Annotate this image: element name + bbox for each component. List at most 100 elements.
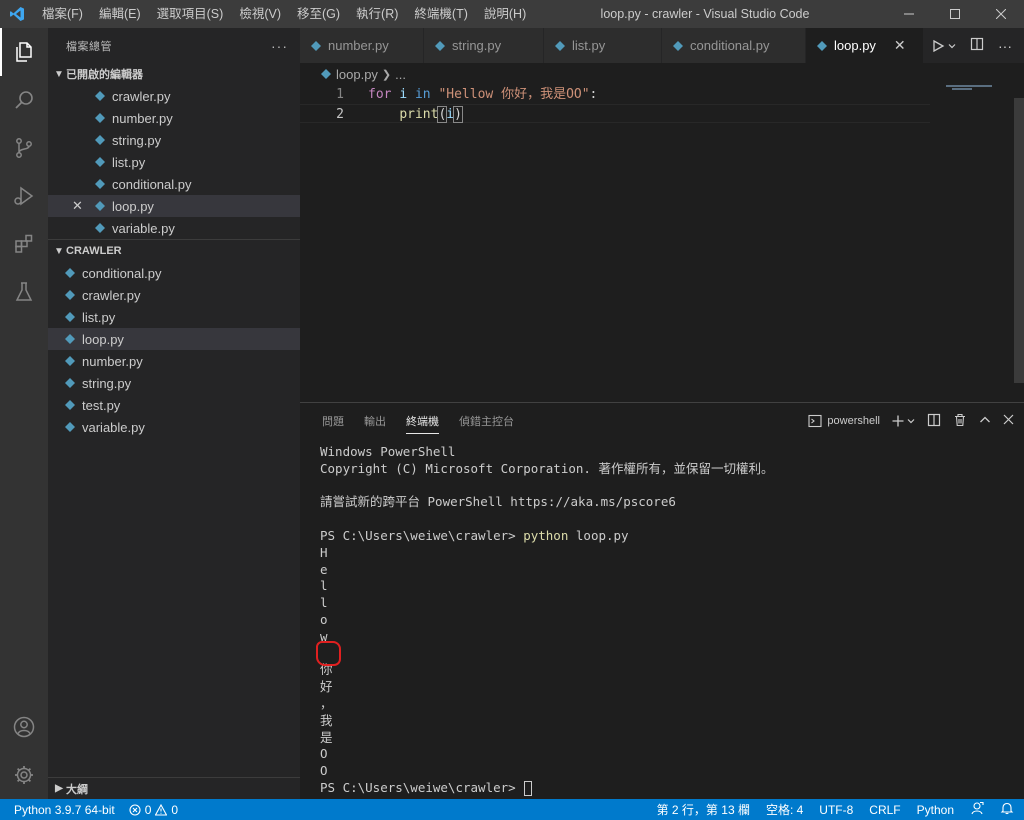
menu-edit[interactable]: 編輯(E) [91,0,149,28]
split-editor-button[interactable] [970,37,984,54]
menu-selection[interactable]: 選取項目(S) [149,0,232,28]
breadcrumb-file[interactable]: loop.py [336,67,378,82]
open-editor-item[interactable]: conditional.py [48,173,300,195]
close-panel-button[interactable] [1003,414,1014,428]
folder-file-item[interactable]: conditional.py [48,262,300,284]
tab-number[interactable]: number.py [300,28,424,63]
editor-tabs: number.py string.py list.py conditional.… [300,28,1024,63]
shell-name: powershell [827,415,880,427]
open-editor-item[interactable]: string.py [48,129,300,151]
folder-file-item-selected[interactable]: loop.py [48,328,300,350]
close-window-button[interactable] [978,0,1024,28]
source-control-button[interactable] [0,124,48,172]
python-file-icon [816,40,828,52]
search-button[interactable] [0,76,48,124]
menu-terminal[interactable]: 終端機(T) [406,0,475,28]
indentation[interactable]: 空格: 4 [766,801,803,818]
menu-run[interactable]: 執行(R) [348,0,406,28]
terminal-output-char: l [320,578,328,594]
folder-section[interactable]: ▼ CRAWLER [48,240,300,262]
folder-file-item[interactable]: crawler.py [48,284,300,306]
file-name: number.py [82,353,143,369]
menu-help[interactable]: 說明(H) [476,0,534,28]
folder-file-item[interactable]: test.py [48,394,300,416]
python-file-icon [62,419,78,435]
run-debug-button[interactable] [0,172,48,220]
notifications-button[interactable] [1000,801,1014,818]
tab-loop[interactable]: loop.py ✕ [806,28,924,63]
play-icon [933,39,945,52]
python-file-icon [320,68,332,80]
minimize-button[interactable] [886,0,932,28]
red-annotation-circle [316,641,341,666]
python-interpreter[interactable]: Python 3.9.7 64-bit [14,803,115,817]
new-terminal-button[interactable] [892,415,915,427]
manage-button[interactable] [0,751,48,799]
explorer-button[interactable] [0,28,48,76]
end-of-line[interactable]: CRLF [869,803,900,817]
split-terminal-icon [927,413,941,426]
terminal-command-line: PS C:\Users\weiwe\crawler> python loop.p… [320,527,629,543]
terminal-selector[interactable]: powershell [808,414,880,428]
explorer-header: 檔案總管 ··· [48,28,300,63]
open-editor-item-active[interactable]: ✕ loop.py [48,195,300,217]
menu-file[interactable]: 檔案(F) [34,0,91,28]
open-editors-section[interactable]: ▼ 已開啟的編輯器 [48,63,300,85]
tab-string[interactable]: string.py [424,28,544,63]
code-line-current: 2 print(i) [300,104,930,123]
problems-indicator[interactable]: 0 0 [129,803,178,817]
code-editor[interactable]: 1 for i in "Hellow 你好，我是OO": 2 print(i) [300,85,1010,400]
menu-view[interactable]: 檢視(V) [231,0,289,28]
open-editors-list: crawler.py number.py string.py list.py c… [48,85,300,239]
file-name: loop.py [82,331,124,347]
warning-count: 0 [171,802,179,817]
tab-list[interactable]: list.py [544,28,662,63]
tab-conditional[interactable]: conditional.py [662,28,806,63]
outline-section[interactable]: ▶ 大綱 [48,777,300,799]
tab-output[interactable]: 輸出 [354,403,396,439]
minimap-line [946,85,992,87]
cursor-position[interactable]: 第 2 行，第 13 欄 [657,801,750,818]
tab-terminal[interactable]: 終端機 [396,403,449,439]
close-tab-icon[interactable]: ✕ [894,37,906,54]
python-file-icon [92,220,108,236]
split-terminal-button[interactable] [927,413,941,430]
terminal-output-char: w [320,628,328,644]
minimap[interactable] [938,85,1024,400]
feedback-button[interactable] [970,801,984,818]
folder-file-item[interactable]: string.py [48,372,300,394]
files-icon [16,42,32,62]
language-mode[interactable]: Python [917,803,954,817]
vscode-logo-icon [0,0,34,28]
open-editor-item[interactable]: crawler.py [48,85,300,107]
terminal-output-char: e [320,561,328,577]
close-editor-icon[interactable]: ✕ [72,198,83,214]
maximize-button[interactable] [932,0,978,28]
terminal-output-char [320,646,1024,663]
open-editor-item[interactable]: list.py [48,151,300,173]
maximize-panel-button[interactable] [979,414,991,429]
open-editor-item[interactable]: variable.py [48,217,300,239]
python-file-icon [62,353,78,369]
menu-go[interactable]: 移至(G) [289,0,348,28]
run-python-file-button[interactable] [931,39,956,53]
breadcrumb-symbol[interactable]: ... [395,67,406,82]
python-file-icon [62,397,78,413]
more-actions-button[interactable]: ··· [998,38,1012,54]
accounts-button[interactable] [0,703,48,751]
encoding[interactable]: UTF-8 [819,803,853,817]
tab-problems[interactable]: 問題 [312,403,354,439]
editor-scrollbar[interactable] [1014,98,1024,383]
folder-file-item[interactable]: list.py [48,306,300,328]
chevron-right-icon: ▶ [55,783,63,794]
more-actions-icon[interactable]: ··· [271,38,288,54]
extensions-button[interactable] [0,220,48,268]
terminal-output[interactable]: Windows PowerShell Copyright (C) Microso… [300,439,1024,797]
folder-file-item[interactable]: number.py [48,350,300,372]
testing-button[interactable] [0,268,48,316]
folder-file-item[interactable]: variable.py [48,416,300,438]
open-editor-item[interactable]: number.py [48,107,300,129]
folder-file-list: conditional.py crawler.py list.py loop.p… [48,262,300,438]
tab-debug-console[interactable]: 偵錯主控台 [449,403,524,439]
kill-terminal-button[interactable] [953,413,967,430]
